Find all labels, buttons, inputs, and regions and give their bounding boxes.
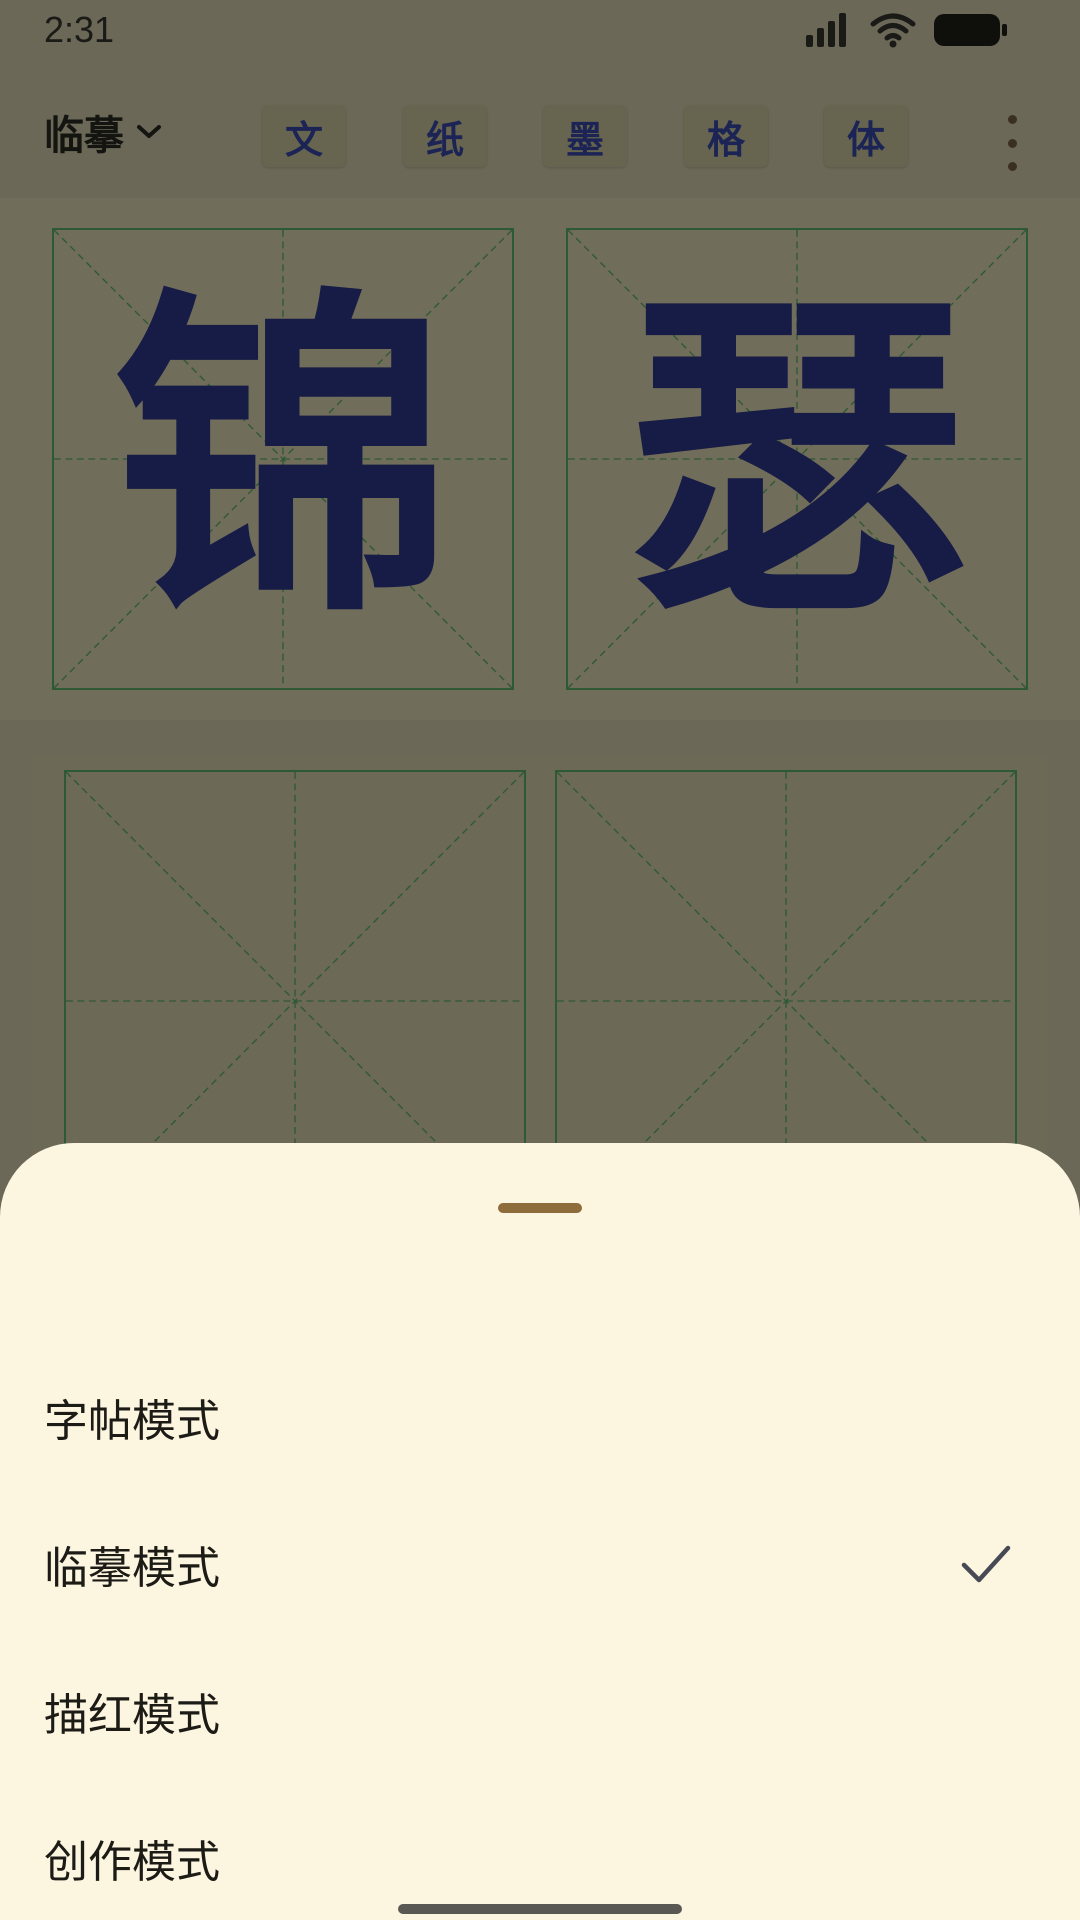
- ink-tool-label: 墨: [565, 116, 604, 162]
- text-tool-button[interactable]: 文: [262, 105, 346, 167]
- mode-option-creation[interactable]: 创作模式: [0, 1784, 1080, 1920]
- font-tool-label: 体: [846, 116, 885, 162]
- mode-label: 临摹: [44, 112, 124, 159]
- status-icons: [806, 12, 1008, 48]
- status-bar: 2:31: [0, 0, 1080, 60]
- reference-cell-2[interactable]: 瑟: [566, 228, 1028, 690]
- mode-option-label: 创作模式: [44, 1836, 220, 1888]
- drag-handle[interactable]: [498, 1203, 582, 1213]
- home-indicator[interactable]: [398, 1904, 682, 1914]
- screen: 2:31 临摹 文 纸 墨 格 体 锦 瑟 字帖模式 临摹模式 描红模式 创作模…: [0, 0, 1080, 1920]
- reference-character: 瑟: [627, 259, 967, 658]
- signal-icon: [806, 13, 846, 47]
- ink-tool-button[interactable]: 墨: [543, 105, 627, 167]
- mode-bottom-sheet: 字帖模式 临摹模式 描红模式 创作模式: [0, 1143, 1080, 1920]
- check-icon: [961, 1545, 1011, 1582]
- reference-character: 锦: [113, 259, 453, 658]
- wifi-icon: [870, 13, 916, 48]
- more-options-icon[interactable]: [994, 115, 1030, 171]
- mode-option-label: 字帖模式: [44, 1395, 220, 1447]
- practice-area: [32, 756, 1048, 1232]
- battery-icon: [934, 14, 1007, 46]
- status-time: 2:31: [44, 9, 115, 50]
- mode-option-tracing[interactable]: 描红模式: [0, 1637, 1080, 1784]
- paper-tool-label: 纸: [425, 116, 464, 162]
- grid-tool-button[interactable]: 格: [684, 105, 768, 167]
- reference-cell-1[interactable]: 锦: [52, 228, 514, 690]
- mode-option-copybook[interactable]: 字帖模式: [0, 1343, 1080, 1490]
- mode-option-label: 描红模式: [44, 1689, 220, 1741]
- font-tool-button[interactable]: 体: [824, 105, 908, 167]
- text-tool-label: 文: [284, 116, 323, 162]
- toolbar: 临摹 文 纸 墨 格 体: [0, 60, 1080, 198]
- paper-tool-button[interactable]: 纸: [403, 105, 487, 167]
- chevron-down-icon: [137, 125, 161, 138]
- mode-selector[interactable]: 临摹: [44, 108, 162, 159]
- grid-tool-label: 格: [706, 116, 745, 162]
- mode-option-label: 临摹模式: [44, 1542, 220, 1594]
- reference-area: 锦 瑟: [0, 198, 1080, 720]
- mode-option-copying[interactable]: 临摹模式: [0, 1490, 1080, 1637]
